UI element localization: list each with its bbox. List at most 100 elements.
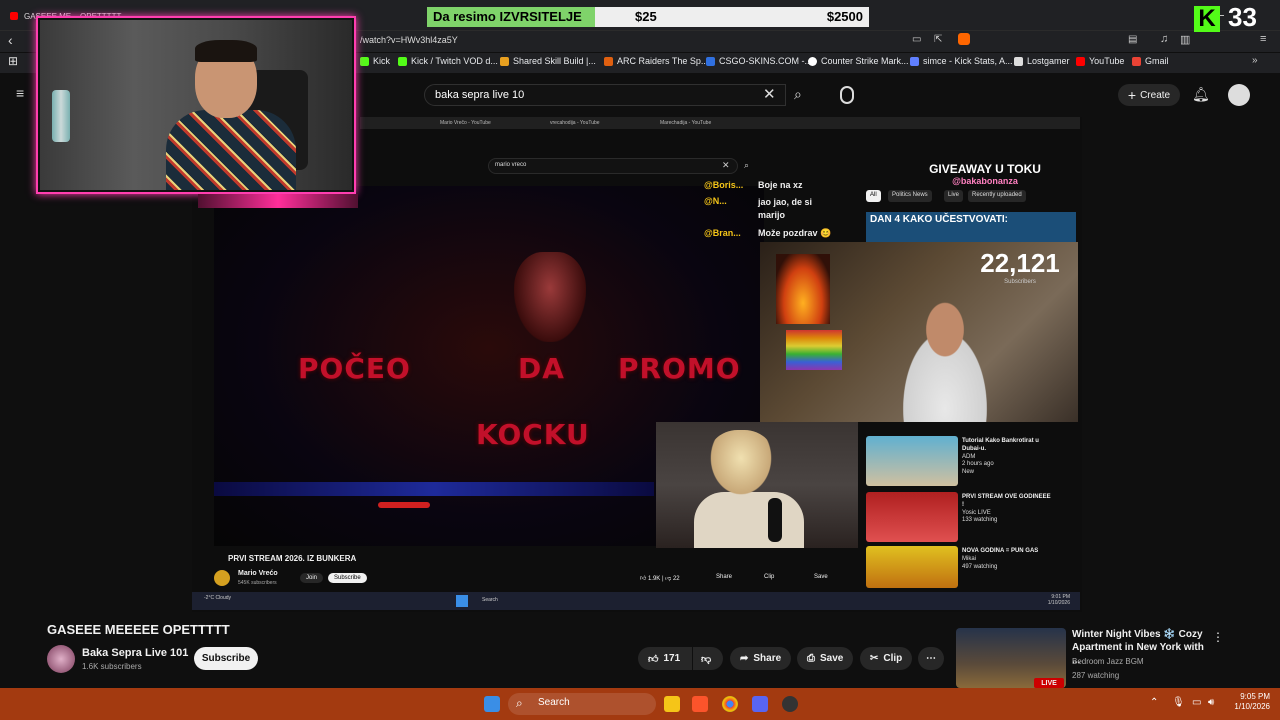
bookmark-kick-twitch-vod[interactable]: Kick / Twitch VOD d... <box>398 56 498 66</box>
more-bookmarks-icon[interactable]: » <box>1252 55 1258 66</box>
inner-video-title: PRVI STREAM 2026. IZ BUNKERA <box>228 554 357 563</box>
bookmark-shared-skill[interactable]: Shared Skill Build |... <box>500 56 596 66</box>
create-button[interactable]: + Create <box>1118 84 1180 106</box>
share-button[interactable]: ➦ Share <box>730 647 792 670</box>
channel-name[interactable]: Baka Sepra Live 101 <box>82 647 188 659</box>
inner-side-video: NOVA GODINA = PUN GAS Mikai 497 watching <box>866 546 1078 596</box>
chat-message: Može pozdrav 😊 <box>758 228 832 238</box>
tray-chevron-icon[interactable]: ⌃ <box>1150 697 1158 708</box>
side-video-channel: Mikai <box>962 555 977 562</box>
windows-start-icon[interactable] <box>484 696 500 712</box>
cast-icon[interactable]: ▭ <box>912 34 921 45</box>
bookmark-simce[interactable]: simce - Kick Stats, A... <box>910 56 1013 66</box>
channel-avatar[interactable] <box>47 645 75 673</box>
search-icon[interactable]: ⌕ <box>794 87 802 101</box>
facecam-person-head <box>706 430 776 500</box>
tray-mic-icon[interactable]: 🎙︎ <box>1172 697 1185 708</box>
like-button[interactable]: 👍︎ 171 <box>638 647 692 670</box>
reader-icon[interactable]: ▤ <box>1128 34 1137 45</box>
subscriber-count: 22,121 Subscribers <box>980 248 1060 285</box>
brave-browser-icon[interactable] <box>692 696 708 712</box>
side-video-meta: 133 watching <box>962 517 998 524</box>
kick-icon <box>398 56 407 66</box>
bookmark-youtube[interactable]: YouTube <box>1076 56 1124 66</box>
bet-min: $25 <box>635 9 657 24</box>
bookmark-icon <box>1014 56 1023 66</box>
sidebar-icon[interactable]: ▥ <box>1180 33 1190 46</box>
chat-user: @N... <box>704 196 727 206</box>
chat-message: Boje na xz <box>758 180 803 190</box>
inner-progress-glow <box>214 482 654 496</box>
tray-network-icon[interactable]: ▭ <box>1192 697 1201 708</box>
bookmark-lostgamer[interactable]: Lostgamer <box>1014 56 1070 66</box>
search-input[interactable]: baka sepra live 10 <box>424 84 786 106</box>
microphone-graphic <box>768 498 782 542</box>
inner-taskbar: -2°C Cloudy Search 9:01 PM 1/10/2026 <box>192 592 1080 610</box>
scissors-icon: ✂ <box>870 653 879 664</box>
file-explorer-icon[interactable] <box>664 696 680 712</box>
recommended-menu-icon[interactable]: ⋮ <box>1212 630 1224 644</box>
share-page-icon[interactable]: ⇱ <box>934 34 942 45</box>
menu-icon[interactable]: ≡ <box>1260 33 1266 45</box>
bookmark-icon <box>910 56 919 66</box>
inner-save-button: Save <box>814 574 828 580</box>
inner-channel-subs: 545K subscribers <box>238 580 277 586</box>
webcam-neon-bar <box>198 194 358 208</box>
side-video-channel: ADM <box>962 453 976 460</box>
steam-icon[interactable] <box>782 696 798 712</box>
inner-join-button: Join <box>300 573 324 583</box>
side-video-meta: 2 hours ago <box>962 461 994 468</box>
headline-word: POČEO <box>298 352 411 385</box>
music-icon[interactable]: ♫ <box>1160 33 1168 45</box>
microphone-icon[interactable] <box>840 86 854 104</box>
recommended-channel[interactable]: Bedroom Jazz BGM <box>1072 657 1144 666</box>
bet-overlay: Da resimo IZVRSITELJE $25 $2500 <box>427 7 869 27</box>
discord-icon[interactable] <box>752 696 768 712</box>
hamburger-menu-icon[interactable]: ≡ <box>16 86 24 100</box>
share-icon: ➦ <box>740 653 749 664</box>
back-arrow-icon[interactable]: ‹ <box>8 33 13 47</box>
bookmark-kick[interactable]: Kick <box>360 56 390 66</box>
save-button[interactable]: ⎙ Save <box>797 647 854 670</box>
subscribe-button[interactable]: Subscribe <box>194 647 258 670</box>
inner-search-input: mario vreco <box>488 158 738 174</box>
bookmark-csgo-skins[interactable]: CSGO-SKINS.COM -... <box>706 56 812 66</box>
inner-clock: 9:01 PM 1/10/2026 <box>1047 594 1070 606</box>
bookmark-arc-raiders[interactable]: ARC Raiders The Sp... <box>604 56 708 66</box>
bookmark-icon <box>500 56 509 66</box>
more-actions-button[interactable]: ⋯ <box>918 647 944 670</box>
brave-shield-icon[interactable] <box>958 33 970 45</box>
chrome-icon[interactable] <box>722 696 738 712</box>
notifications-bell-icon[interactable]: 🔔︎ <box>1192 87 1210 101</box>
account-avatar[interactable] <box>1228 84 1250 106</box>
clip-button[interactable]: ✂ Clip <box>860 647 913 670</box>
water-bottle-graphic <box>52 90 70 142</box>
inner-channel-name: Mario Vrećo <box>238 570 278 577</box>
live-badge: LIVE <box>1034 678 1064 688</box>
bookmark-counter-strike[interactable]: Counter Strike Mark... <box>808 56 909 66</box>
inner-side-video: Tutorial Kako Bankrotirat u Dubai-u. ADM… <box>866 436 1078 486</box>
tray-volume-icon[interactable]: 🔊︎ <box>1208 697 1214 708</box>
inner-chat: @Boris... Boje na xz @N... jao jao, de s… <box>688 180 848 250</box>
url-field[interactable]: /watch?v=HWv3hl4za5Y <box>360 35 458 45</box>
inner-chip: Recently uploaded <box>968 190 1026 202</box>
side-video-title: PRVI STREAM OVE GODINEEE ! <box>962 494 1051 508</box>
dislike-button[interactable]: 👎︎ <box>693 647 723 670</box>
bookmark-icon <box>706 56 715 66</box>
taskbar-clock[interactable]: 9:05 PM 1/10/2026 <box>1222 692 1270 713</box>
thumbs-up-icon: 👍︎ <box>648 653 659 665</box>
inner-chip: All <box>866 190 881 202</box>
inner-side-video: PRVI STREAM OVE GODINEEE ! Yosic LIVE 13… <box>866 492 1078 542</box>
headline-word: PROMO <box>618 352 741 385</box>
inner-red-marker <box>378 502 430 508</box>
inner-clip-button: Clip <box>764 574 775 580</box>
bookmark-gmail[interactable]: Gmail <box>1132 56 1169 66</box>
inner-channel-avatar <box>214 570 230 586</box>
headline-word: DA <box>518 352 565 385</box>
clear-search-icon[interactable]: ✕ <box>763 87 776 102</box>
apps-grid-icon[interactable]: ⊞ <box>8 55 18 67</box>
promo-face-graphic <box>514 252 586 342</box>
streamer-person <box>880 290 1010 422</box>
taskbar-search[interactable]: Search <box>508 693 656 715</box>
subscriber-count-label: 1.6K subscribers <box>82 662 142 671</box>
